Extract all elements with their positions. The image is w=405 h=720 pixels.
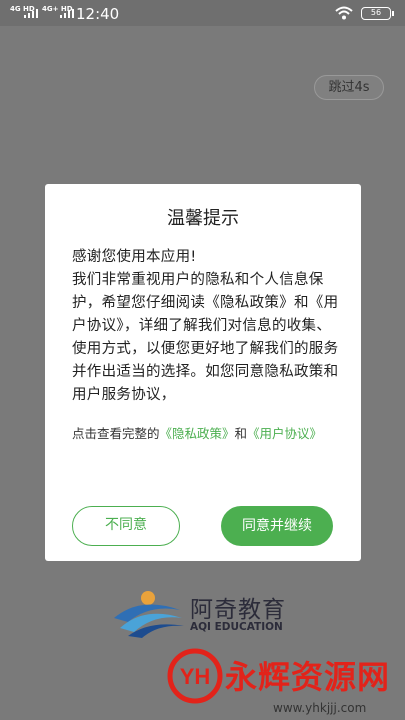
battery-icon: 56 (361, 7, 394, 20)
clock: 12:40 (76, 5, 120, 23)
signal-icon (24, 8, 38, 18)
signal-icon-2 (60, 8, 74, 18)
disagree-button[interactable]: 不同意 (72, 506, 180, 546)
dialog-title: 温馨提示 (167, 208, 239, 229)
wifi-icon (335, 6, 353, 20)
watermark: YH 永辉资源网 www.yhkjjj.com (165, 648, 405, 720)
watermark-url: www.yhkjjj.com (273, 701, 367, 715)
watermark-logo-icon: YH (167, 648, 223, 704)
logo-name: 阿奇教育 (190, 597, 286, 623)
status-bar: 4G HD 4G+ HD 12:40 56 (0, 0, 405, 26)
skip-button[interactable]: 跳过4s (314, 75, 384, 100)
user-agreement-link[interactable]: 《用户协议》 (247, 426, 322, 441)
privacy-dialog: 温馨提示 感谢您使用本应用! 我们非常重视用户的隐私和个人信息保护，希望您仔细阅… (45, 184, 361, 561)
links-prefix: 点击查看完整的 (72, 426, 160, 441)
links-and: 和 (234, 426, 248, 441)
dialog-links-line: 点击查看完整的《隐私政策》和《用户协议》 (72, 422, 342, 446)
watermark-text: 永辉资源网 (225, 658, 391, 696)
svg-text:YH: YH (180, 664, 211, 689)
app-logo: 阿奇教育 AQI EDUCATION (110, 588, 300, 638)
privacy-policy-link[interactable]: 《隐私政策》 (160, 426, 235, 441)
agree-continue-button[interactable]: 同意并继续 (221, 506, 333, 546)
logo-mark-icon (114, 591, 184, 638)
logo-english: AQI EDUCATION (190, 621, 283, 633)
dialog-body: 感谢您使用本应用! 我们非常重视用户的隐私和个人信息保护，希望您仔细阅读《隐私政… (72, 249, 339, 403)
